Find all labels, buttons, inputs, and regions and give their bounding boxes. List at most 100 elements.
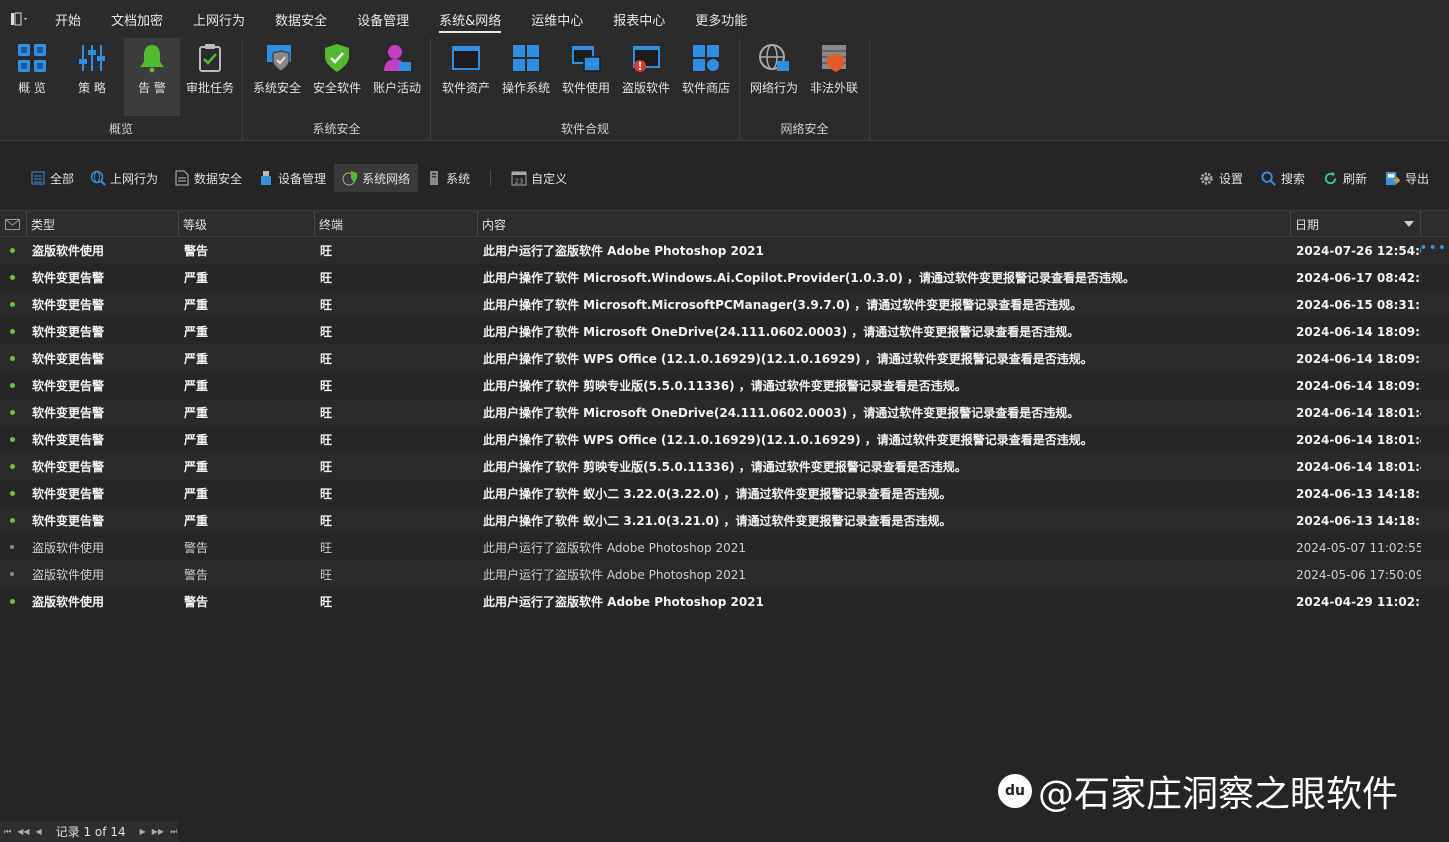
table-row[interactable]: 软件变更告警 严重 旺 此用户操作了软件 Microsoft OneDrive(24.… xyxy=(0,318,1449,345)
illegal-outreach-label: 非法外联 xyxy=(809,81,858,95)
refresh-label: 刷新 xyxy=(1342,171,1367,186)
menu-item-6[interactable]: 运维中心 xyxy=(516,0,598,38)
menu-item-5[interactable]: 系统&网络 xyxy=(424,0,516,38)
table-row[interactable]: 软件变更告警 严重 旺 此用户操作了软件 Microsoft OneDrive(24.… xyxy=(0,399,1449,426)
filter-data-security-button[interactable]: 数据安全 xyxy=(166,164,250,192)
last-record-icon[interactable]: ⏭ xyxy=(170,827,177,837)
prev-record-icon[interactable]: ◀ xyxy=(36,827,42,836)
illegal-outreach-button[interactable]: 非法外联 xyxy=(806,38,862,114)
filter-device-management-button[interactable]: 设备管理 xyxy=(250,164,334,192)
cell-level: 严重 xyxy=(184,514,209,528)
overview-label: 概 览 xyxy=(18,81,46,95)
table-row[interactable]: 盗版软件使用 警告 旺 此用户运行了盗版软件 Adobe Photoshop 2021… xyxy=(0,561,1449,588)
next-page-icon[interactable]: ▶▶ xyxy=(152,827,164,836)
approval-task-button[interactable]: 审批任务 xyxy=(182,38,238,114)
menu-item-8[interactable]: 更多功能 xyxy=(680,0,762,38)
unread-dot-icon xyxy=(10,464,15,469)
firewall-icon xyxy=(822,45,846,72)
header-content[interactable]: 内容 xyxy=(478,211,1291,237)
cell-date: 2024-07-26 12:54:07 xyxy=(1296,243,1421,258)
cell-date: 2024-05-07 11:02:55 xyxy=(1296,540,1421,555)
menu-item-1[interactable]: 文档加密 xyxy=(96,0,178,38)
account-activity-button[interactable]: 账户活动 xyxy=(369,38,425,114)
list-icon xyxy=(31,171,45,185)
software-usage-button[interactable]: 软件使用 xyxy=(558,38,614,114)
filter-bar: 全部 上网行为 数据安全 设备管理 系统网络 系统 23 自定义 设置 搜索 刷… xyxy=(0,160,1449,196)
filter-system-network-button[interactable]: 系统网络 xyxy=(334,164,419,192)
filter-all-button[interactable]: 全部 xyxy=(22,164,82,192)
cell-date: 2024-06-14 18:01:45 xyxy=(1296,432,1421,447)
account-activity-label: 账户活动 xyxy=(372,81,421,95)
cell-type: 软件变更告警 xyxy=(32,352,105,366)
filter-web-behavior-label: 上网行为 xyxy=(110,171,159,186)
table-row[interactable]: 盗版软件使用 警告 旺 此用户运行了盗版软件 Adobe Photoshop 2021… xyxy=(0,237,1449,264)
gear-icon xyxy=(1200,171,1214,185)
header-mail-column[interactable] xyxy=(0,211,27,237)
menu-item-0[interactable]: 开始 xyxy=(40,0,96,38)
refresh-button[interactable]: 刷新 xyxy=(1315,164,1375,192)
operating-system-button[interactable]: 操作系统 xyxy=(498,38,554,114)
cell-type: 软件变更告警 xyxy=(32,487,105,501)
cell-level: 严重 xyxy=(184,298,209,312)
export-button[interactable]: 导出 xyxy=(1377,164,1437,192)
security-software-label: 安全软件 xyxy=(312,81,361,95)
unread-dot-icon xyxy=(10,410,15,415)
sort-desc-icon xyxy=(1404,221,1414,227)
menu-item-3[interactable]: 数据安全 xyxy=(260,0,342,38)
next-record-icon[interactable]: ▶ xyxy=(140,827,146,836)
group-label-overview: 概览 xyxy=(108,122,133,136)
table-row[interactable]: 盗版软件使用 警告 旺 此用户运行了盗版软件 Adobe Photoshop 2021… xyxy=(0,534,1449,561)
unread-dot-icon xyxy=(10,329,15,334)
overview-button[interactable]: 概 览 xyxy=(4,38,60,114)
settings-button[interactable]: 设置 xyxy=(1191,164,1251,192)
network-behavior-label: 网络行为 xyxy=(749,81,798,95)
system-security-button[interactable]: 系统安全 xyxy=(249,38,305,114)
alert-button[interactable]: 告 警 xyxy=(124,38,180,116)
table-row[interactable]: 盗版软件使用 警告 旺 此用户运行了盗版软件 Adobe Photoshop 2021… xyxy=(0,588,1449,615)
export-label: 导出 xyxy=(1404,171,1429,186)
table-row[interactable]: 软件变更告警 严重 旺 此用户操作了软件 WPS Office (12.1.0.169… xyxy=(0,426,1449,453)
cell-terminal: 旺 xyxy=(320,487,333,501)
unread-dot-icon xyxy=(10,437,15,442)
clipboard-check-icon xyxy=(199,44,221,72)
cell-terminal: 旺 xyxy=(320,433,333,447)
header-type[interactable]: 类型 xyxy=(27,211,179,237)
usb-icon xyxy=(261,171,272,185)
filter-system-button[interactable]: 系统 xyxy=(418,164,478,192)
cell-level: 警告 xyxy=(184,244,209,258)
software-assets-button[interactable]: 软件资产 xyxy=(438,38,494,114)
header-date[interactable]: 日期 xyxy=(1291,211,1421,237)
pirated-software-button[interactable]: 盗版软件 xyxy=(618,38,674,114)
prev-page-icon[interactable]: ◀◀ xyxy=(17,827,29,836)
table-row[interactable]: 软件变更告警 严重 旺 此用户操作了软件 剪映专业版(5.5.0.11336) ，请通… xyxy=(0,453,1449,480)
security-software-button[interactable]: 安全软件 xyxy=(309,38,365,114)
app-menu-button[interactable] xyxy=(0,0,40,38)
filter-web-behavior-button[interactable]: 上网行为 xyxy=(82,164,166,192)
table-row[interactable]: 软件变更告警 严重 旺 此用户操作了软件 Microsoft.MicrosoftPCM… xyxy=(0,291,1449,318)
document-icon xyxy=(175,170,189,186)
table-row[interactable]: 软件变更告警 严重 旺 此用户操作了软件 蚁小二 3.22.0(3.22.0) ，请通… xyxy=(0,480,1449,507)
table-row[interactable]: 软件变更告警 严重 旺 此用户操作了软件 剪映专业版(5.5.0.11336) ，请通… xyxy=(0,372,1449,399)
table-row[interactable]: 软件变更告警 严重 旺 此用户操作了软件 蚁小二 3.21.0(3.21.0) ，请通… xyxy=(0,507,1449,534)
menu-item-2[interactable]: 上网行为 xyxy=(178,0,260,38)
cell-level: 严重 xyxy=(184,352,209,366)
header-terminal[interactable]: 终端 xyxy=(315,211,478,237)
filter-custom-button[interactable]: 23 自定义 xyxy=(503,164,575,192)
first-record-icon[interactable]: ⏮ xyxy=(4,827,11,837)
approval-task-label: 审批任务 xyxy=(185,81,234,95)
header-level[interactable]: 等级 xyxy=(179,211,315,237)
monitor-shield-icon xyxy=(267,45,291,72)
network-behavior-button[interactable]: 网络行为 xyxy=(746,38,802,114)
search-button[interactable]: 搜索 xyxy=(1253,164,1313,192)
grid-icon xyxy=(18,44,46,72)
table-row[interactable]: 软件变更告警 严重 旺 此用户操作了软件 WPS Office (12.1.0.169… xyxy=(0,345,1449,372)
unread-dot-icon xyxy=(10,248,15,253)
policy-button[interactable]: 策 略 xyxy=(64,38,120,114)
sliders-icon xyxy=(79,45,105,71)
software-store-button[interactable]: 软件商店 xyxy=(678,38,734,114)
cell-level: 严重 xyxy=(184,460,209,474)
more-options-icon[interactable]: ••• xyxy=(1419,240,1447,256)
menu-item-7[interactable]: 报表中心 xyxy=(598,0,680,38)
table-row[interactable]: 软件变更告警 严重 旺 此用户操作了软件 Microsoft.Windows.Ai.C… xyxy=(0,264,1449,291)
menu-item-4[interactable]: 设备管理 xyxy=(342,0,424,38)
